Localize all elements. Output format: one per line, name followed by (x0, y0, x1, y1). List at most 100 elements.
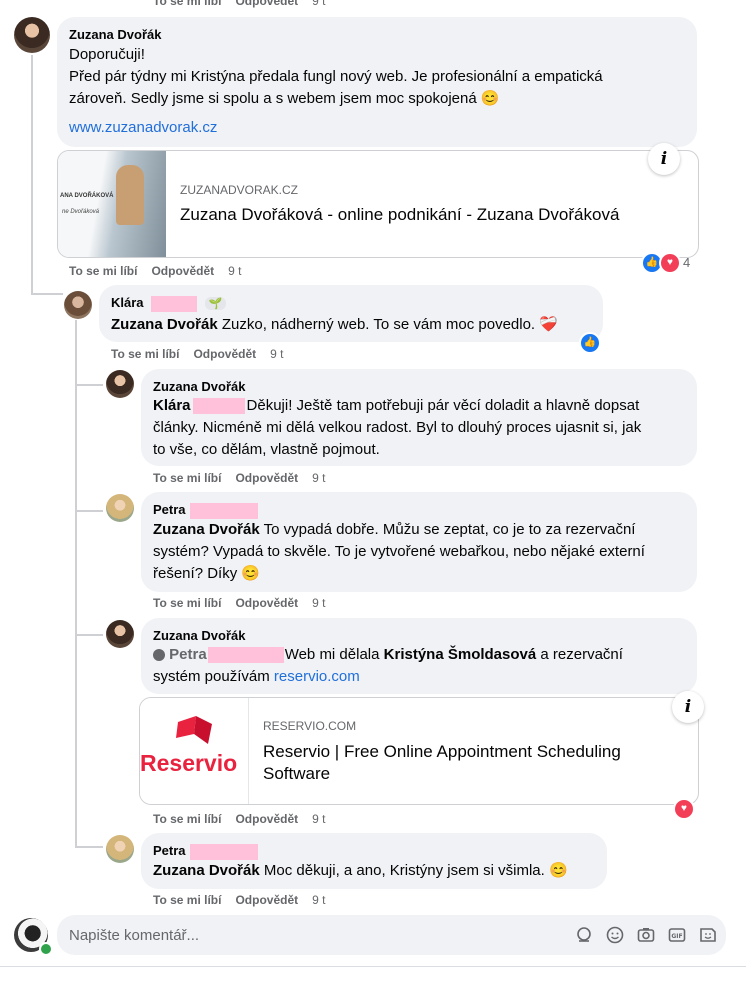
like-link[interactable]: To se mi líbí (153, 471, 221, 485)
link-preview-card[interactable]: ANA DVOŘÁKOVÁ ne Dvořáková ZUZANADVORAK.… (57, 150, 699, 258)
thread-branch-6 (75, 846, 103, 848)
preview-domain: RESERVIO.COM (263, 719, 357, 733)
reply-link[interactable]: Odpovědět (235, 471, 298, 485)
avatar[interactable] (106, 835, 134, 863)
info-icon[interactable]: i (648, 143, 680, 175)
comment-bubble: Petra Zuzana Dvořák To vypadá dobře. Můž… (141, 492, 697, 592)
author-name[interactable]: Klára (111, 295, 144, 310)
emoji-icon[interactable] (605, 925, 625, 945)
comment-bubble: Zuzana Dvořák Petra Web mi dělala Kristýn… (141, 618, 697, 694)
avatar[interactable] (106, 494, 134, 522)
redacted-surname (189, 502, 258, 519)
comment-link[interactable]: reservio.com (274, 668, 360, 685)
avatar[interactable] (64, 291, 92, 319)
reply-link[interactable]: Odpovědět (235, 0, 298, 8)
preview-title: Software (263, 764, 331, 783)
divider (0, 966, 746, 967)
redacted-surname (189, 843, 258, 860)
sticker-icon[interactable] (698, 925, 718, 945)
thumb-caption: ne Dvořáková (62, 209, 100, 215)
preview-domain: ZUZANADVORAK.CZ (180, 183, 299, 197)
mentioned-person: Kristýna Šmoldasová (383, 646, 537, 663)
avatar[interactable] (14, 17, 50, 53)
svg-text:GIF: GIF (671, 933, 682, 940)
comment-author[interactable]: Petra (153, 843, 258, 860)
comment-author[interactable]: Petra (153, 502, 258, 519)
person-image (116, 165, 144, 225)
gif-icon[interactable]: GIF (667, 925, 687, 945)
timestamp: 9 t (312, 0, 326, 8)
comment-author[interactable]: Zuzana Dvořák (153, 628, 245, 643)
reply-link[interactable]: Odpovědět (193, 347, 256, 361)
like-reaction-icon[interactable]: 👍 (579, 332, 601, 354)
comment-author[interactable]: Zuzana Dvořák (153, 379, 245, 394)
thread-branch-4 (75, 510, 103, 512)
online-status-icon (39, 942, 53, 956)
love-reaction-icon[interactable]: ♥ (659, 252, 681, 274)
comment-text-line: články. Nicméně mi dělá velkou radost. B… (153, 419, 642, 436)
avatar[interactable] (106, 620, 134, 648)
thread-line-main (31, 55, 33, 295)
reply-link[interactable]: Odpovědět (235, 893, 298, 907)
like-link[interactable]: To se mi líbí (69, 264, 137, 278)
redacted-surname (151, 295, 198, 312)
comment-text-line: Petra Web mi dělala Kristýna Šmoldasová a… (153, 644, 623, 666)
love-reaction-icon[interactable]: ♥ (673, 798, 695, 820)
timestamp: 9 t (228, 264, 242, 278)
author-name[interactable]: Petra (153, 502, 186, 517)
redacted-surname (192, 398, 245, 415)
verified-icon (153, 649, 165, 662)
comment-text: Zuzana Dvořák Zuzko, nádherný web. To se… (111, 314, 558, 336)
timestamp: 9 t (312, 596, 326, 610)
comment-text-line: Zuzana Dvořák Moc děkuji, a ano, Kristýn… (153, 860, 568, 882)
comment-body: Děkuji! Ještě tam potřebuji pár věcí dol… (246, 397, 640, 414)
sprout-badge-icon[interactable]: 🌱 (204, 297, 227, 310)
mention[interactable]: Petra (169, 646, 207, 663)
thumb-caption: ANA DVOŘÁKOVÁ (60, 193, 114, 199)
comment-text-line: to vše, co dělám, vlastně pojmout. (153, 441, 380, 458)
avatar-sticker-icon[interactable] (574, 925, 594, 945)
like-link[interactable]: To se mi líbí (153, 812, 221, 826)
comment-actions: To se mi líbí Odpovědět 9 t (69, 264, 255, 278)
timestamp: 9 t (312, 812, 326, 826)
comment-text-line: zároveň. Sedly jsme si spolu a s webem j… (69, 90, 500, 107)
reaction-count[interactable]: 4 (683, 255, 690, 270)
reply-link[interactable]: Odpovědět (235, 596, 298, 610)
comment-actions: To se mi líbí Odpovědět 9 t (153, 812, 339, 826)
mention[interactable]: Zuzana Dvořák (111, 316, 218, 333)
comment-author[interactable]: Zuzana Dvořák (69, 27, 161, 42)
comment-body: To vypadá dobře. Můžu se zeptat, co je t… (263, 521, 636, 538)
comment-actions: To se mi líbí Odpovědět 9 t (111, 347, 297, 361)
thread-branch-5 (75, 634, 103, 636)
comment-input[interactable]: Napište komentář... GIF (57, 915, 726, 955)
thread-branch-3 (75, 384, 103, 386)
author-name[interactable]: Petra (153, 843, 186, 858)
comment-bubble: Petra Zuzana Dvořák Moc děkuji, a ano, K… (141, 833, 607, 889)
preview-thumbnail: Reservio (140, 698, 249, 804)
mention[interactable]: Klára (153, 397, 191, 414)
like-link[interactable]: To se mi líbí (153, 893, 221, 907)
comment-text-line: řešení? Díky 😊 (153, 565, 261, 582)
comment-bubble: Zuzana Dvořák Klára Děkuji! Ještě tam pot… (141, 369, 697, 466)
reply-link[interactable]: Odpovědět (151, 264, 214, 278)
comment-input-placeholder[interactable]: Napište komentář... (69, 927, 199, 944)
comment-bubble: Klára 🌱 Zuzana Dvořák Zuzko, nádherný we… (99, 285, 603, 342)
camera-icon[interactable] (636, 925, 656, 945)
info-icon[interactable]: i (672, 691, 704, 723)
like-link[interactable]: To se mi líbí (111, 347, 179, 361)
comment-author[interactable]: Klára 🌱 (111, 295, 227, 312)
preview-title: Reservio | Free Online Appointment Sched… (263, 742, 621, 761)
preview-title: Zuzana Dvořáková - online podnikání - Zu… (180, 205, 620, 224)
like-link[interactable]: To se mi líbí (153, 596, 221, 610)
link-preview-card[interactable]: Reservio RESERVIO.COM Reservio | Free On… (139, 697, 699, 805)
comment-link[interactable]: www.zuzanadvorak.cz (69, 117, 217, 139)
comment-text-line: systém používám reservio.com (153, 666, 360, 688)
comment-actions-top: To se mi líbí Odpovědět 9 t (153, 0, 339, 8)
comment-body: a rezervační (540, 646, 623, 663)
comment-actions: To se mi líbí Odpovědět 9 t (153, 596, 339, 610)
mention[interactable]: Zuzana Dvořák (153, 862, 260, 879)
like-link[interactable]: To se mi líbí (153, 0, 221, 8)
reply-link[interactable]: Odpovědět (235, 812, 298, 826)
avatar[interactable] (106, 370, 134, 398)
mention[interactable]: Zuzana Dvořák (153, 521, 260, 538)
